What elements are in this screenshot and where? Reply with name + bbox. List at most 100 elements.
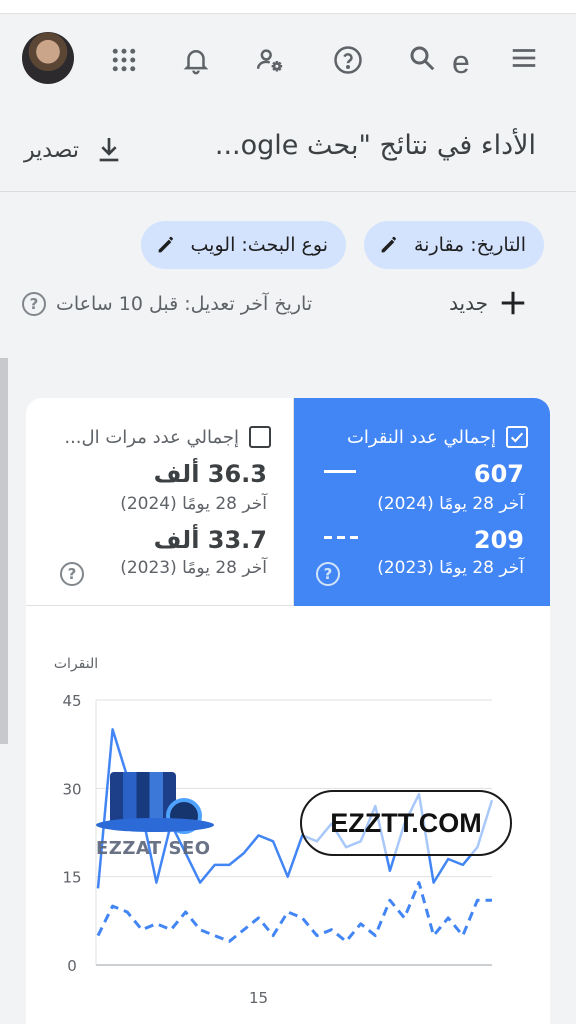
data-point <box>388 898 392 902</box>
data-point <box>271 839 275 843</box>
watermark-site: EZZTT.COM <box>300 790 512 856</box>
menu-icon[interactable] <box>504 38 544 78</box>
clicks-previous-period: آخر 28 يومًا (2023) <box>377 558 524 578</box>
clicks-title: إجمالي عدد النقرات <box>346 426 496 448</box>
data-point <box>213 934 217 938</box>
help-icon[interactable]: ? <box>60 562 84 586</box>
data-point <box>96 934 100 938</box>
data-point <box>286 875 290 879</box>
page-title: الأداء في نتائج "بحث ogle... <box>214 130 536 161</box>
watermark-wave-icon <box>96 818 214 832</box>
clicks-metric-tile[interactable]: إجمالي عدد النقرات 607 آخر 28 يومًا (202… <box>294 398 550 606</box>
help-icon[interactable]: ? <box>22 292 46 316</box>
export-button[interactable]: تصدير <box>24 134 125 166</box>
status-strip <box>0 0 576 14</box>
clicks-current-value: 607 <box>473 460 524 488</box>
account-letter[interactable]: e <box>452 42 470 82</box>
avatar[interactable] <box>22 32 74 84</box>
data-point <box>125 910 129 914</box>
data-point <box>461 863 465 867</box>
data-point <box>96 886 100 890</box>
performance-card: إجمالي عدد النقرات 607 آخر 28 يومًا (202… <box>26 398 550 1024</box>
watermark-logo-text: EZZAT SEO <box>96 838 211 859</box>
date-label: التاريخ: مقارنة <box>414 234 526 256</box>
y-tick-labels: 0 15 30 45 <box>62 692 81 975</box>
y-tick-label: 0 <box>67 957 77 975</box>
last-modified: ? تاريخ آخر تعديل: قبل 10 ساعات <box>22 292 312 316</box>
date-chip[interactable]: التاريخ: مقارنة <box>364 221 544 269</box>
data-point <box>359 922 363 926</box>
impressions-title: إجمالي عدد مرات ال... <box>64 426 239 448</box>
data-point <box>490 898 494 902</box>
impressions-checkbox[interactable] <box>249 426 271 448</box>
y-tick-label: 45 <box>62 692 81 710</box>
clicks-checkbox[interactable] <box>506 426 528 448</box>
data-point <box>344 939 348 943</box>
data-point <box>198 881 202 885</box>
x-tick-label: 15 <box>249 989 268 1007</box>
clicks-metric-header: إجمالي عدد النقرات <box>347 426 528 448</box>
data-point <box>169 928 173 932</box>
data-point <box>111 904 115 908</box>
current-period-line-icon <box>324 470 356 473</box>
data-point <box>300 916 304 920</box>
plus-icon <box>501 291 525 315</box>
data-point <box>446 916 450 920</box>
previous-period-series-line[interactable] <box>96 881 492 943</box>
impressions-metric-tile[interactable]: إجمالي عدد مرات ال... 36.3 ألف آخر 28 يو… <box>26 398 294 606</box>
edit-icon <box>158 236 174 253</box>
new-button[interactable]: جديد <box>449 288 528 318</box>
data-point <box>257 916 261 920</box>
last-modified-text: تاريخ آخر تعديل: قبل 10 ساعات <box>56 293 313 315</box>
clicks-current-period: آخر 28 يومًا (2024) <box>377 494 524 514</box>
impressions-current-period: آخر 28 يومًا (2024) <box>120 494 267 514</box>
help-icon[interactable] <box>328 40 368 80</box>
apps-icon[interactable] <box>104 40 144 80</box>
check-icon <box>510 432 524 443</box>
data-point <box>271 934 275 938</box>
title-bar: تصدير الأداء في نتائج "بحث ogle... <box>0 106 576 192</box>
previous-period-line-icon <box>324 536 358 539</box>
export-label: تصدير <box>24 137 80 163</box>
data-point <box>242 928 246 932</box>
scrollbar[interactable] <box>0 358 8 744</box>
data-point <box>329 928 333 932</box>
y-tick-label: 15 <box>62 869 81 887</box>
app-bar: e <box>0 14 576 106</box>
data-point <box>432 934 436 938</box>
data-point <box>417 881 421 885</box>
data-point <box>111 727 115 731</box>
data-point <box>154 881 158 885</box>
data-point <box>227 863 231 867</box>
data-point <box>184 910 188 914</box>
data-point <box>315 934 319 938</box>
y-tick-label: 30 <box>62 780 81 798</box>
help-icon[interactable]: ? <box>316 562 340 586</box>
impressions-previous-value: 33.7 ألف <box>153 526 267 554</box>
data-point <box>402 916 406 920</box>
impressions-current-value: 36.3 ألف <box>153 460 267 488</box>
data-point <box>154 922 158 926</box>
bell-icon[interactable] <box>176 40 216 80</box>
data-point <box>227 939 231 943</box>
data-point <box>140 928 144 932</box>
search-type-label: نوع البحث: الويب <box>190 234 328 256</box>
admin-icon[interactable] <box>250 40 290 80</box>
edit-icon <box>381 236 397 253</box>
data-point <box>446 857 450 861</box>
y-axis-label: النقرات <box>54 656 98 672</box>
data-point <box>388 869 392 873</box>
impressions-previous-period: آخر 28 يومًا (2023) <box>120 558 267 578</box>
download-icon <box>99 138 119 162</box>
data-point <box>432 881 436 885</box>
data-point <box>242 851 246 855</box>
search-icon[interactable] <box>402 38 442 78</box>
search-type-chip[interactable]: نوع البحث: الويب <box>140 221 346 269</box>
data-point <box>286 910 290 914</box>
filter-chips: نوع البحث: الويب التاريخ: مقارنة <box>140 221 544 269</box>
new-label: جديد <box>449 291 488 315</box>
data-point <box>257 833 261 837</box>
data-point <box>475 898 479 902</box>
data-point <box>461 934 465 938</box>
data-point <box>373 934 377 938</box>
